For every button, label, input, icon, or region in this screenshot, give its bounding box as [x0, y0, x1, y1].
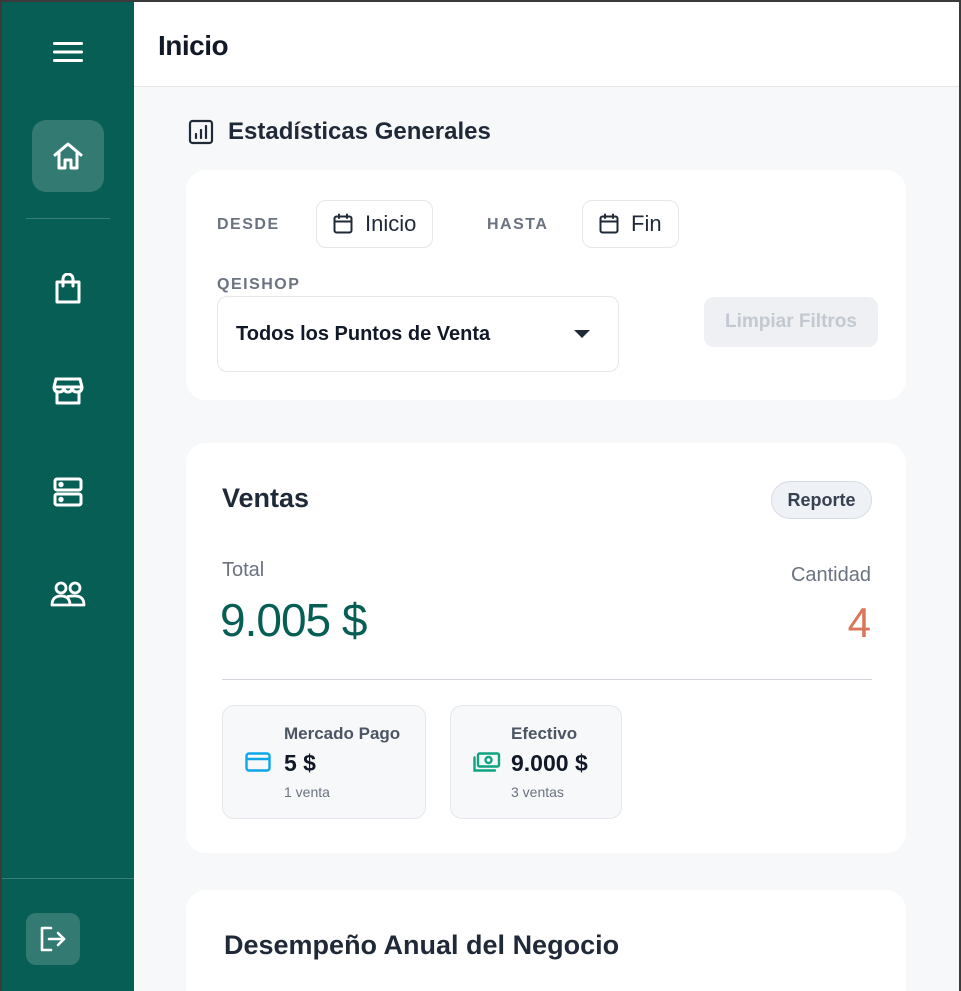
clear-filters-button[interactable]: Limpiar Filtros	[704, 297, 878, 347]
menu-button[interactable]	[38, 32, 98, 72]
date-from-value: Inicio	[365, 211, 417, 236]
sales-card: Ventas Reporte Total 9.005 $ Cantidad 4 …	[186, 443, 906, 853]
date-to-value: Fin	[631, 211, 662, 236]
shop-select-value: Todos los Puntos de Venta	[236, 322, 491, 345]
total-value: 9.005 $	[220, 594, 367, 646]
chart-icon	[188, 119, 214, 145]
shop-label: QEISHOP	[217, 276, 301, 293]
chevron-down-icon	[574, 330, 590, 338]
sidebar-item-servers[interactable]	[38, 467, 98, 517]
date-from-button[interactable]: Inicio	[316, 200, 434, 248]
users-icon	[50, 581, 86, 607]
home-icon	[53, 142, 83, 170]
logout-icon	[40, 926, 66, 952]
server-icon	[53, 477, 83, 507]
page-title: Inicio	[158, 30, 229, 61]
sidebar-bottom-divider	[2, 878, 134, 879]
stats-section-title: Estadísticas Generales	[188, 118, 491, 146]
payment-method-count: 3 ventas	[511, 784, 564, 800]
shopping-bag-icon	[55, 273, 81, 304]
payment-method-name: Mercado Pago	[284, 724, 401, 743]
logout-button[interactable]	[26, 913, 80, 965]
report-button[interactable]: Reporte	[771, 481, 872, 519]
sidebar-item-stores[interactable]	[38, 366, 98, 416]
sidebar-item-products[interactable]	[38, 264, 98, 314]
payment-method-card-efectivo: Efectivo 9.000 $ 3 ventas	[450, 705, 622, 819]
payment-method-card-mercadopago: Mercado Pago 5 $ 1 venta	[222, 705, 426, 819]
annual-title: Desempeño Anual del Negocio	[224, 930, 620, 960]
store-icon	[52, 377, 84, 405]
calendar-icon	[333, 213, 353, 234]
menu-icon	[53, 42, 83, 62]
quantity-value: 4	[847, 599, 871, 646]
sidebar	[2, 2, 134, 991]
cash-icon	[473, 752, 501, 772]
sidebar-item-home[interactable]	[32, 120, 104, 192]
sales-divider	[222, 679, 872, 680]
payment-method-amount: 5 $	[284, 750, 316, 776]
app-frame: Inicio Estadísticas Generales DESDE Inic…	[2, 2, 959, 991]
calendar-icon	[599, 213, 619, 234]
quantity-label: Cantidad	[790, 564, 871, 586]
total-label: Total	[222, 559, 265, 581]
date-to-button[interactable]: Fin	[582, 200, 679, 248]
stats-title: Estadísticas Generales	[228, 118, 491, 145]
shop-select[interactable]: Todos los Puntos de Venta	[217, 296, 619, 372]
payment-method-name: Efectivo	[511, 724, 578, 743]
annual-performance-card: Desempeño Anual del Negocio	[186, 890, 906, 991]
top-header: Inicio	[134, 2, 959, 87]
desde-label: DESDE	[217, 216, 280, 233]
filters-card: DESDE Inicio HASTA Fin QEISHOP Todos los…	[186, 170, 906, 400]
hasta-label: HASTA	[487, 216, 549, 233]
sales-title: Ventas	[222, 483, 310, 513]
sidebar-divider	[26, 218, 110, 219]
credit-card-icon	[245, 752, 271, 772]
payment-method-amount: 9.000 $	[511, 750, 588, 776]
payment-method-count: 1 venta	[284, 784, 330, 800]
sidebar-item-users[interactable]	[38, 569, 98, 619]
